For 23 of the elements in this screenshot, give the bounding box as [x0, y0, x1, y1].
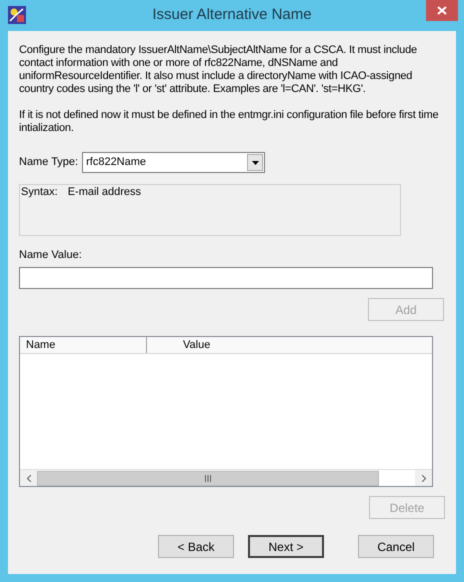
dropdown-arrow-icon: [252, 160, 259, 164]
name-type-dropdown[interactable]: rfc822Name: [82, 152, 266, 173]
scrollbar-thumb[interactable]: [37, 470, 379, 486]
name-value-field[interactable]: [19, 267, 433, 289]
scroll-left-icon: [26, 474, 30, 482]
dialog-button[interactable]: < Back: [158, 535, 234, 558]
close-button[interactable]: [426, 0, 458, 21]
column-header[interactable]: Value: [147, 337, 432, 353]
grip-icon: [205, 474, 211, 482]
note-text: If it is not defined now it must be defined in the entmgr.ini configuration file before first time intialization.: [19, 109, 440, 135]
syntax-label: Syntax:: [21, 185, 58, 199]
name-type-label: Name Type:: [19, 155, 78, 170]
dialog-button[interactable]: Cancel: [358, 535, 434, 558]
close-icon: [437, 6, 447, 15]
name-value-label: Name Value:: [19, 248, 83, 262]
window-title: Issuer Alternative Name: [151, 5, 313, 26]
syntax-value: E-mail address: [68, 185, 142, 199]
column-header[interactable]: Name: [20, 337, 147, 353]
description-text: Configure the mandatory IssuerAltName\SubjectAltName for a CSCA. It must include contact information with one or more of rfc822Name, dNSName and uniformResourceIdentifier. It also must include a directoryName with ICAO-assigned country codes using the 'l' or 'st' attribute. Examples are 'l=CAN'. 'st=HKG'.: [19, 44, 418, 96]
horizontal-scrollbar[interactable]: [20, 469, 432, 486]
scroll-right-icon: [422, 474, 426, 482]
app-icon: [8, 6, 26, 24]
dialog-button[interactable]: Next >: [248, 535, 324, 558]
